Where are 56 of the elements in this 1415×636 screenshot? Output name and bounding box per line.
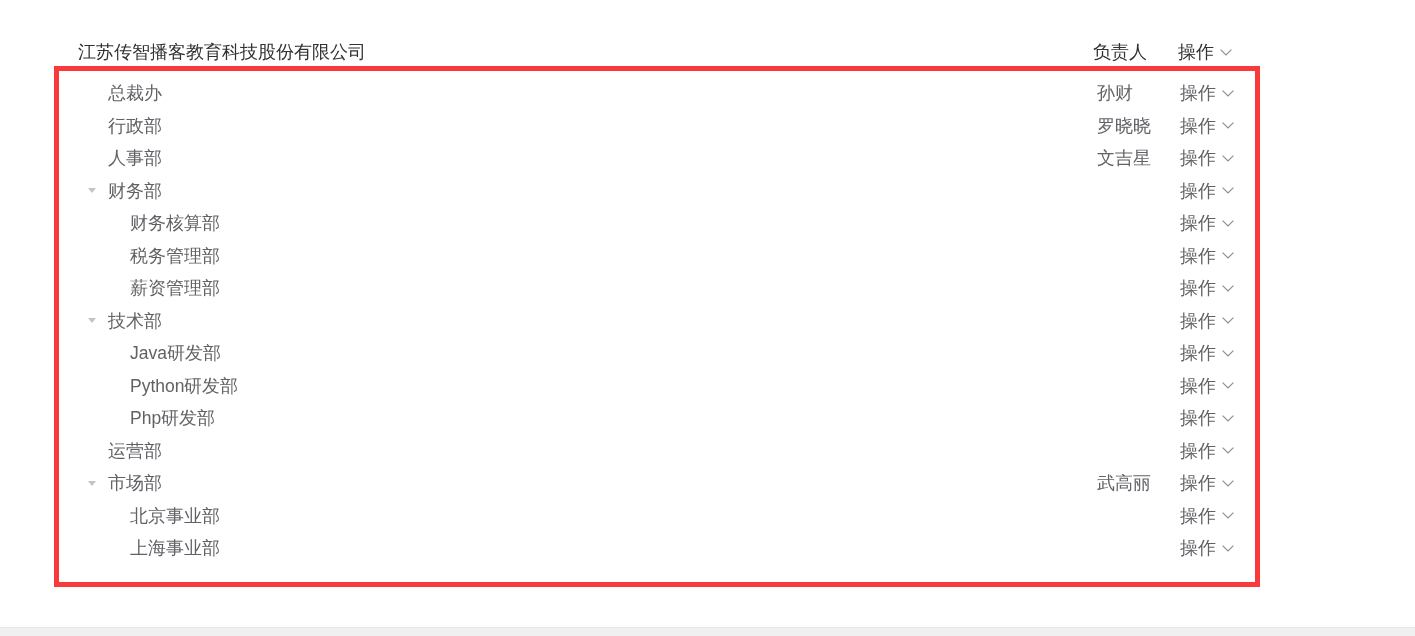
department-name[interactable]: 总裁办 [108, 81, 162, 106]
chevron-down-icon [1222, 512, 1234, 520]
chevron-down-icon [1222, 122, 1234, 130]
company-name[interactable]: 江苏传智播客教育科技股份有限公司 [78, 40, 366, 64]
caret-icon[interactable] [88, 480, 96, 486]
actions-dropdown[interactable]: 操作 [1180, 471, 1234, 496]
chevron-down-icon [1222, 479, 1234, 487]
manager-label: 负责人 [1093, 41, 1147, 64]
chevron-down-icon [1222, 544, 1234, 552]
chevron-down-icon [1222, 447, 1234, 455]
chevron-down-icon [1222, 349, 1234, 357]
actions-dropdown[interactable]: 操作 [1180, 406, 1234, 431]
chevron-down-icon [1222, 284, 1234, 292]
actions-dropdown[interactable]: 操作 [1180, 243, 1234, 268]
department-name[interactable]: 技术部 [108, 308, 162, 333]
actions-dropdown[interactable]: 操作 [1180, 536, 1234, 561]
department-name[interactable]: Python研发部 [130, 373, 239, 398]
department-name[interactable]: 人事部 [108, 146, 162, 171]
department-name[interactable]: 市场部 [108, 471, 162, 496]
actions-dropdown[interactable]: 操作 [1178, 40, 1232, 64]
manager-name: 孙财 [1097, 83, 1133, 104]
actions-dropdown[interactable]: 操作 [1180, 178, 1234, 203]
department-name[interactable]: 财务核算部 [130, 211, 220, 236]
department-name[interactable]: 税务管理部 [130, 243, 220, 268]
actions-dropdown[interactable]: 操作 [1180, 276, 1234, 301]
chevron-down-icon [1222, 252, 1234, 260]
department-name[interactable]: 薪资管理部 [130, 276, 220, 301]
department-name[interactable]: 运营部 [108, 438, 162, 463]
actions-dropdown[interactable]: 操作 [1180, 341, 1234, 366]
chevron-down-icon [1222, 89, 1234, 97]
actions-dropdown[interactable]: 操作 [1180, 113, 1234, 138]
actions-dropdown[interactable]: 操作 [1180, 373, 1234, 398]
actions-dropdown[interactable]: 操作 [1180, 438, 1234, 463]
chevron-down-icon [1222, 187, 1234, 195]
department-name[interactable]: Php研发部 [130, 406, 216, 431]
manager-name: 罗晓晓 [1097, 115, 1151, 136]
chevron-down-icon [1222, 154, 1234, 162]
actions-dropdown[interactable]: 操作 [1180, 146, 1234, 171]
chevron-down-icon [1222, 317, 1234, 325]
chevron-down-icon [1220, 48, 1232, 56]
actions-dropdown[interactable]: 操作 [1180, 211, 1234, 236]
caret-icon[interactable] [88, 188, 96, 194]
chevron-down-icon [1222, 414, 1234, 422]
manager-name: 武高丽 [1097, 473, 1151, 494]
department-name[interactable]: 上海事业部 [130, 536, 220, 561]
actions-dropdown[interactable]: 操作 [1180, 308, 1234, 333]
manager-name: 文吉星 [1097, 148, 1151, 169]
department-name[interactable]: Java研发部 [130, 341, 221, 366]
chevron-down-icon [1222, 382, 1234, 390]
department-name[interactable]: 北京事业部 [130, 503, 220, 528]
actions-dropdown[interactable]: 操作 [1180, 503, 1234, 528]
caret-icon[interactable] [88, 318, 96, 324]
actions-dropdown[interactable]: 操作 [1180, 81, 1234, 106]
department-name[interactable]: 财务部 [108, 178, 162, 203]
chevron-down-icon [1222, 219, 1234, 227]
department-name[interactable]: 行政部 [108, 113, 162, 138]
